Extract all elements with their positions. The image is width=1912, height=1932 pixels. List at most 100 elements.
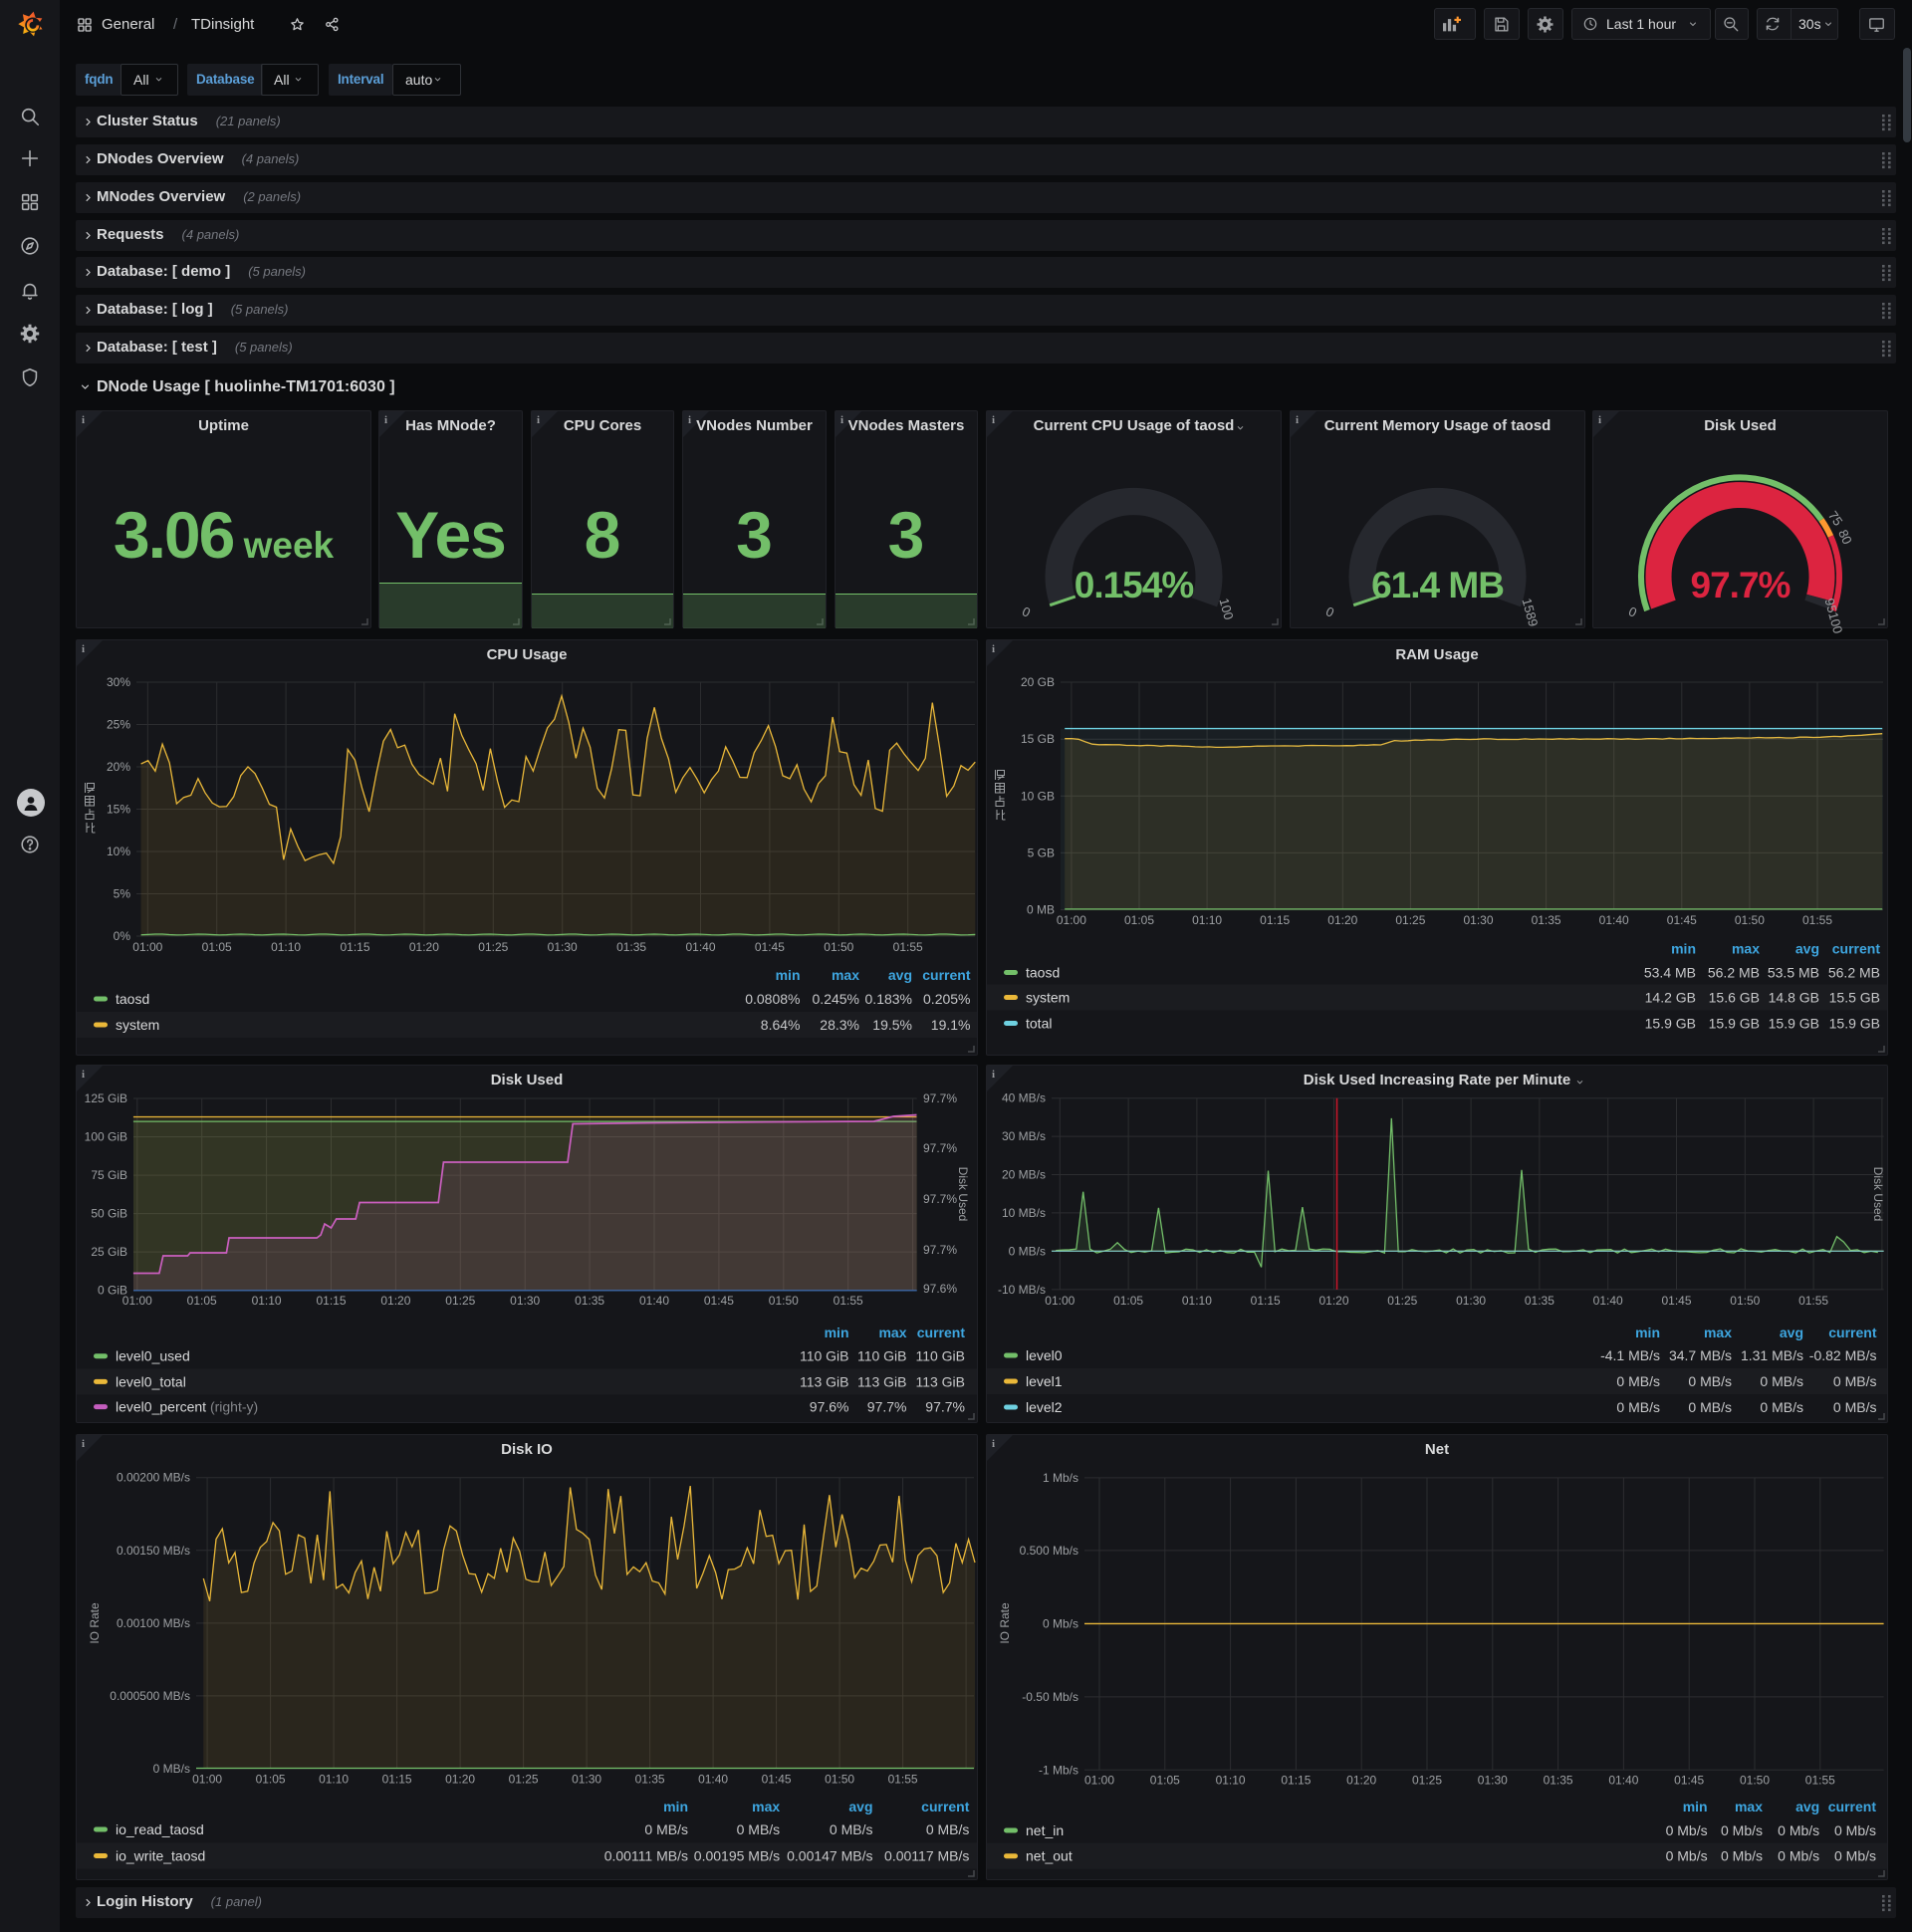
- svg-text:current: current: [1828, 1325, 1877, 1340]
- svg-text:0 Mb/s: 0 Mb/s: [1666, 1822, 1708, 1838]
- svg-text:0 MB/s: 0 MB/s: [1688, 1399, 1732, 1415]
- svg-text:max: max: [1732, 941, 1760, 957]
- svg-text:01:15: 01:15: [340, 940, 369, 954]
- svg-text:01:30: 01:30: [548, 940, 578, 954]
- svg-text:01:10: 01:10: [252, 1294, 282, 1308]
- svg-text:0 MB/s: 0 MB/s: [1833, 1399, 1877, 1415]
- svg-text:-0.82 MB/s: -0.82 MB/s: [1809, 1347, 1877, 1363]
- svg-text:avg: avg: [848, 1799, 872, 1814]
- svg-text:0 Mb/s: 0 Mb/s: [1834, 1822, 1876, 1838]
- svg-text:avg: avg: [1780, 1325, 1803, 1340]
- svg-text:14.8 GB: 14.8 GB: [1769, 990, 1819, 1006]
- svg-text:min: min: [663, 1799, 688, 1814]
- svg-text:01:30: 01:30: [1456, 1294, 1486, 1308]
- svg-text:15.9 GB: 15.9 GB: [1709, 1016, 1760, 1032]
- svg-text:io_read_taosd: io_read_taosd: [116, 1821, 204, 1837]
- svg-text:min: min: [776, 967, 801, 983]
- svg-text:97.7%: 97.7%: [925, 1399, 965, 1415]
- svg-text:current: current: [917, 1325, 966, 1340]
- svg-text:01:50: 01:50: [824, 940, 853, 954]
- svg-text:current: current: [1828, 1799, 1877, 1814]
- svg-text:56.2 MB: 56.2 MB: [1708, 965, 1760, 981]
- svg-text:0.000500 MB/s: 0.000500 MB/s: [110, 1689, 190, 1703]
- svg-text:current: current: [1832, 941, 1881, 957]
- svg-text:20 MB/s: 20 MB/s: [1002, 1168, 1046, 1182]
- svg-text:01:50: 01:50: [1730, 1294, 1760, 1308]
- svg-text:max: max: [832, 967, 859, 983]
- svg-text:01:50: 01:50: [769, 1294, 799, 1308]
- svg-text:25%: 25%: [107, 718, 130, 732]
- svg-text:110 GiB: 110 GiB: [915, 1348, 965, 1364]
- svg-text:01:25: 01:25: [1412, 1774, 1442, 1788]
- svg-text:01:55: 01:55: [1802, 913, 1832, 927]
- svg-text:01:40: 01:40: [698, 1773, 728, 1787]
- svg-text:113 GiB: 113 GiB: [800, 1373, 849, 1389]
- svg-text:max: max: [878, 1325, 906, 1340]
- svg-text:15 GB: 15 GB: [1021, 732, 1055, 746]
- svg-text:01:35: 01:35: [1532, 913, 1561, 927]
- svg-text:01:55: 01:55: [893, 940, 923, 954]
- svg-text:0.00150 MB/s: 0.00150 MB/s: [117, 1544, 190, 1558]
- svg-text:0 MB/s: 0 MB/s: [1760, 1399, 1803, 1415]
- svg-text:min: min: [1635, 1325, 1660, 1340]
- svg-text:19.1%: 19.1%: [931, 1017, 971, 1033]
- svg-text:0.00111 MB/s: 0.00111 MB/s: [604, 1848, 688, 1864]
- svg-text:0.0808%: 0.0808%: [745, 991, 800, 1007]
- svg-text:0 MB/s: 0 MB/s: [1833, 1373, 1877, 1389]
- svg-text:01:50: 01:50: [1735, 913, 1765, 927]
- svg-text:01:35: 01:35: [1525, 1294, 1554, 1308]
- svg-text:01:00: 01:00: [1045, 1294, 1075, 1308]
- svg-text:01:50: 01:50: [825, 1773, 854, 1787]
- svg-text:0 MB/s: 0 MB/s: [1009, 1244, 1046, 1258]
- svg-text:01:10: 01:10: [1182, 1294, 1212, 1308]
- svg-text:01:20: 01:20: [1346, 1774, 1376, 1788]
- svg-text:-10 MB/s: -10 MB/s: [998, 1283, 1046, 1297]
- svg-text:5%: 5%: [114, 887, 131, 901]
- svg-text:01:25: 01:25: [478, 940, 508, 954]
- svg-text:01:20: 01:20: [445, 1773, 475, 1787]
- svg-text:01:25: 01:25: [1395, 913, 1425, 927]
- svg-text:0 MB/s: 0 MB/s: [737, 1821, 781, 1837]
- svg-text:01:05: 01:05: [256, 1773, 286, 1787]
- svg-text:01:55: 01:55: [1805, 1774, 1835, 1788]
- svg-text:net_in: net_in: [1026, 1822, 1064, 1838]
- svg-text:10 MB/s: 10 MB/s: [1002, 1206, 1046, 1220]
- svg-text:97.7%: 97.7%: [923, 1141, 957, 1155]
- svg-text:01:15: 01:15: [1251, 1294, 1281, 1308]
- svg-text:01:10: 01:10: [271, 940, 301, 954]
- svg-text:1.31 MB/s: 1.31 MB/s: [1741, 1347, 1803, 1363]
- svg-text:97.6%: 97.6%: [810, 1399, 849, 1415]
- svg-text:01:05: 01:05: [187, 1294, 217, 1308]
- svg-text:01:45: 01:45: [1661, 1294, 1691, 1308]
- svg-text:01:55: 01:55: [1798, 1294, 1828, 1308]
- svg-text:0 GiB: 0 GiB: [98, 1284, 127, 1298]
- svg-text:01:05: 01:05: [1113, 1294, 1143, 1308]
- svg-text:0 Mb/s: 0 Mb/s: [1721, 1848, 1763, 1864]
- svg-text:1 Mb/s: 1 Mb/s: [1043, 1471, 1078, 1485]
- svg-text:0 MB/s: 0 MB/s: [830, 1821, 873, 1837]
- svg-text:level0_percent (right-y): level0_percent (right-y): [116, 1399, 258, 1415]
- svg-text:min: min: [1683, 1799, 1708, 1814]
- svg-text:level1: level1: [1026, 1373, 1063, 1389]
- svg-text:01:35: 01:35: [616, 940, 646, 954]
- svg-text:0.00100 MB/s: 0.00100 MB/s: [117, 1616, 190, 1630]
- svg-text:0.183%: 0.183%: [865, 991, 912, 1007]
- svg-text:0 Mb/s: 0 Mb/s: [1778, 1848, 1819, 1864]
- svg-text:0.500 Mb/s: 0.500 Mb/s: [1020, 1544, 1078, 1558]
- svg-text:01:55: 01:55: [834, 1294, 863, 1308]
- svg-text:min: min: [1671, 941, 1696, 957]
- svg-text:0 Mb/s: 0 Mb/s: [1043, 1616, 1078, 1630]
- svg-text:01:30: 01:30: [572, 1773, 601, 1787]
- svg-text:01:05: 01:05: [1150, 1774, 1180, 1788]
- svg-text:75 GiB: 75 GiB: [91, 1168, 127, 1182]
- svg-text:01:20: 01:20: [409, 940, 439, 954]
- svg-text:113 GiB: 113 GiB: [915, 1373, 965, 1389]
- svg-text:0 MB/s: 0 MB/s: [1688, 1373, 1732, 1389]
- svg-text:97.6%: 97.6%: [923, 1282, 957, 1296]
- svg-text:01:40: 01:40: [1593, 1294, 1623, 1308]
- svg-text:0 Mb/s: 0 Mb/s: [1666, 1848, 1708, 1864]
- svg-text:20 GB: 20 GB: [1021, 675, 1055, 689]
- svg-text:0 MB/s: 0 MB/s: [153, 1762, 190, 1776]
- svg-text:14.2 GB: 14.2 GB: [1645, 990, 1696, 1006]
- svg-text:10 GB: 10 GB: [1021, 789, 1055, 803]
